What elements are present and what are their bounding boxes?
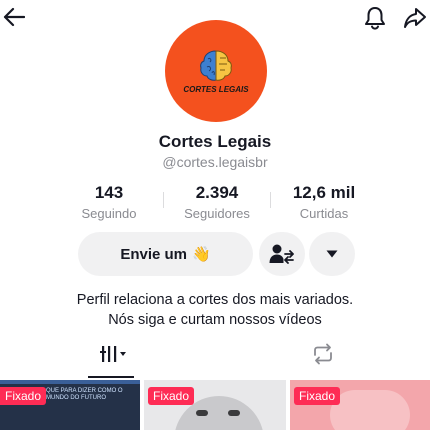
thumbnail-detail [228,410,240,416]
stat-followers[interactable]: 2.394 Seguidores [162,183,272,221]
stat-value: 2.394 [195,183,239,202]
content-tabs [0,342,430,378]
profile-handle: @cortes.legaisbr [162,154,268,170]
bell-icon[interactable] [362,4,388,32]
add-friend-icon [269,244,294,264]
message-button-label: Envie um [120,245,187,263]
arrow-left-icon[interactable] [2,5,26,29]
caret-down-icon [326,250,338,258]
avatar-text: CORTES LEGAIS [183,85,249,94]
more-options-button[interactable] [309,232,355,276]
profile-actions: Envie um 👋 [0,232,430,278]
stat-divider [163,192,164,208]
video-thumbnail[interactable]: Fixado [144,380,286,430]
bio-line: Perfil relaciona a cortes dos mais varia… [76,292,354,308]
video-thumbnail[interactable]: Fixado [290,380,430,430]
stat-value: 12,6 mil [292,183,356,202]
stat-divider [270,192,271,208]
repost-icon [314,343,332,365]
thumbnail-caption: QUE PARA DIZER COMO O MUNDO DO FUTURO [46,388,123,401]
brain-logo-icon [200,50,232,81]
pinned-badge: Fixado [294,387,341,405]
tab-repost[interactable] [300,342,346,378]
stat-likes[interactable]: 12,6 mil Curtidas [269,183,379,221]
profile-stats: 143 Seguindo 2.394 Seguidores 12,6 mil C… [0,183,430,223]
grid-columns-icon [100,346,126,362]
share-arrow-icon[interactable] [402,5,428,31]
bio-line: Nós siga e curtam nossos vídeos [108,312,322,328]
stat-label: Seguindo [81,206,137,221]
add-friend-button[interactable] [259,232,305,276]
pinned-badge: Fixado [0,387,47,405]
stat-following[interactable]: 143 Seguindo [54,183,164,221]
avatar[interactable]: CORTES LEGAIS [165,20,267,122]
tab-videos[interactable] [88,342,134,378]
profile-name: Cortes Legais [158,132,272,151]
thumbnail-image [330,390,410,430]
profile-bio: Perfil relaciona a cortes dos mais varia… [0,290,430,330]
stat-label: Curtidas [299,206,349,221]
video-thumbnail[interactable]: QUE PARA DIZER COMO O MUNDO DO FUTURO Fi… [0,380,140,430]
video-grid: QUE PARA DIZER COMO O MUNDO DO FUTURO Fi… [0,380,430,430]
stat-label: Seguidores [184,206,250,221]
thumbnail-band [0,380,140,384]
message-button[interactable]: Envie um 👋 [78,232,253,276]
stat-value: 143 [94,183,124,202]
active-tab-indicator [88,376,134,378]
thumbnail-detail [196,410,208,416]
pinned-badge: Fixado [148,387,195,405]
waving-hand-emoji: 👋 [192,246,211,263]
